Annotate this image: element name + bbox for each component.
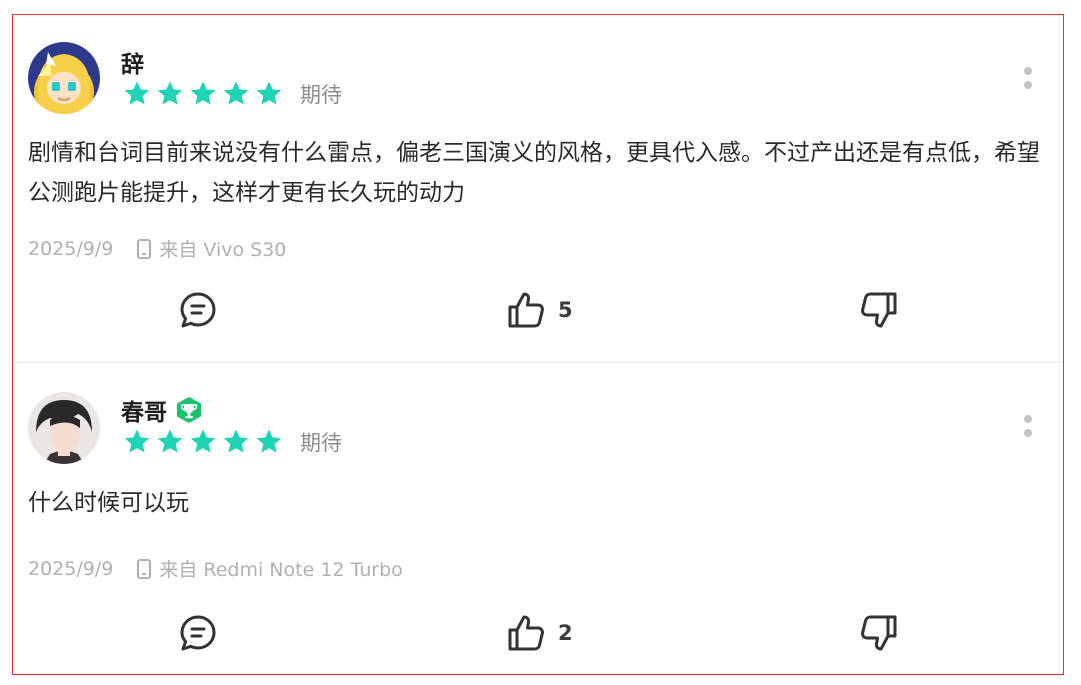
- thumbs-down-icon: [861, 292, 897, 328]
- star-icon: [256, 429, 282, 453]
- star-icon: [190, 429, 216, 453]
- like-count: 2: [558, 621, 573, 645]
- review-actions: 2: [13, 608, 1063, 658]
- star-icon: [223, 429, 249, 453]
- device-label: 来自 Redmi Note 12 Turbo: [159, 559, 403, 581]
- reply-button[interactable]: [178, 285, 218, 335]
- star-icon: [157, 81, 183, 105]
- review-date: 2025/9/9: [28, 237, 114, 260]
- star-icon: [190, 81, 216, 105]
- star-icon: [157, 429, 183, 453]
- username[interactable]: 春哥: [121, 393, 203, 427]
- reply-button[interactable]: [178, 608, 218, 658]
- review-date: 2025/9/9: [28, 557, 114, 580]
- review-text[interactable]: 什么时候可以玩: [28, 483, 1053, 523]
- star-icon: [256, 81, 282, 105]
- username[interactable]: 辞: [121, 45, 144, 79]
- thumbs-up-icon: [508, 615, 544, 651]
- thumbs-down-icon: [861, 615, 897, 651]
- rating-stars: 期待: [121, 427, 342, 457]
- review-actions: 5: [13, 285, 1063, 335]
- dislike-button[interactable]: [859, 285, 899, 335]
- avatar[interactable]: [28, 42, 100, 114]
- username-text[interactable]: 辞: [121, 45, 144, 79]
- star-icon: [124, 429, 150, 453]
- review-card: 辞 期待 剧情和台词目前来说没有什么雷点，偏老三国演义的风格，更具代入感。不过产…: [13, 15, 1063, 363]
- star-icon: [124, 81, 150, 105]
- like-count: 5: [558, 298, 573, 322]
- review-meta: 2025/9/9 来自 Redmi Note 12 Turbo: [28, 555, 403, 582]
- rating-label: 期待: [300, 431, 342, 455]
- username-text[interactable]: 春哥: [121, 393, 167, 427]
- avatar[interactable]: [28, 392, 100, 464]
- review-card: 春哥 期待 什么时候可以玩 2025/9/9 来自 Redmi Note 12 …: [13, 363, 1063, 674]
- dislike-button[interactable]: [859, 608, 899, 658]
- rating-stars: 期待: [121, 79, 342, 109]
- like-button[interactable]: 2: [506, 608, 573, 658]
- phone-icon: [137, 558, 152, 579]
- star-icon: [223, 81, 249, 105]
- review-list: 辞 期待 剧情和台词目前来说没有什么雷点，偏老三国演义的风格，更具代入感。不过产…: [12, 14, 1064, 675]
- comment-icon: [180, 292, 216, 328]
- rating-label: 期待: [300, 83, 342, 107]
- thumbs-up-icon: [508, 292, 544, 328]
- review-meta: 2025/9/9 来自 Vivo S30: [28, 235, 286, 262]
- phone-icon: [137, 238, 152, 259]
- review-text[interactable]: 剧情和台词目前来说没有什么雷点，偏老三国演义的风格，更具代入感。不过产出还是有点…: [28, 133, 1053, 213]
- more-vertical-icon[interactable]: [1023, 415, 1033, 439]
- like-button[interactable]: 5: [506, 285, 573, 335]
- device-label: 来自 Vivo S30: [159, 239, 287, 261]
- more-vertical-icon[interactable]: [1023, 67, 1033, 91]
- trophy-badge-icon: [177, 397, 201, 423]
- comment-icon: [180, 615, 216, 651]
